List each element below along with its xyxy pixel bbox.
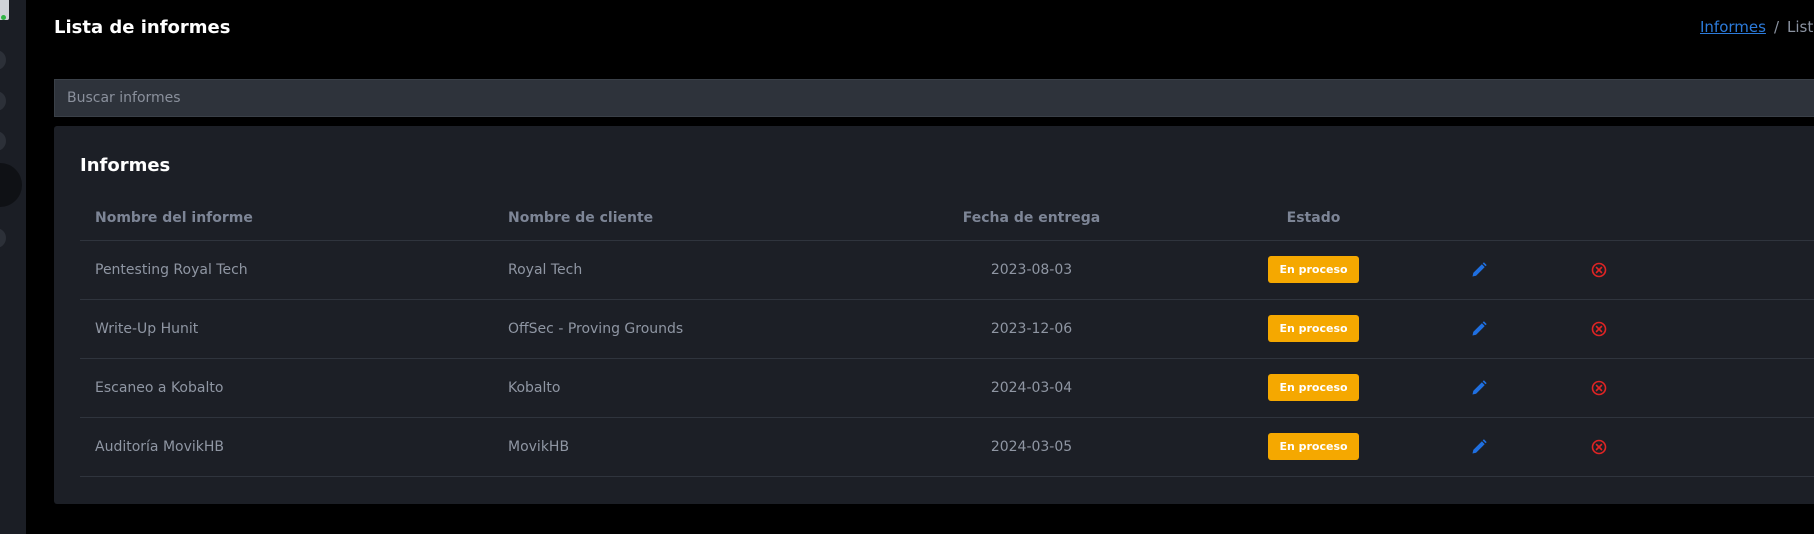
breadcrumb: Informes / Lista bbox=[1700, 18, 1814, 36]
report-name: Auditoría MovikHB bbox=[80, 417, 493, 477]
table-row[interactable]: Write-Up Hunit OffSec - Proving Grounds … bbox=[80, 299, 1814, 359]
column-header-name[interactable]: Nombre del informe bbox=[80, 196, 493, 241]
report-name: Pentesting Royal Tech bbox=[80, 240, 493, 300]
edit-pencil-icon[interactable] bbox=[1469, 378, 1489, 398]
delete-circle-x-icon[interactable] bbox=[1589, 437, 1609, 457]
delivery-date: 2023-12-06 bbox=[869, 299, 1194, 359]
delivery-date: 2024-03-05 bbox=[869, 417, 1194, 477]
report-name: Write-Up Hunit bbox=[80, 299, 493, 359]
column-header-client[interactable]: Nombre de cliente bbox=[493, 196, 869, 241]
search-bar bbox=[54, 79, 1814, 117]
breadcrumb-link-informes[interactable]: Informes bbox=[1700, 18, 1766, 36]
sidebar-nav-icon-1[interactable] bbox=[0, 50, 6, 70]
status-badge: En proceso bbox=[1268, 315, 1359, 342]
search-input[interactable] bbox=[55, 80, 1814, 116]
breadcrumb-current: Lista bbox=[1787, 18, 1814, 36]
sidebar-nav-icon-5[interactable] bbox=[0, 228, 6, 248]
client-name: MovikHB bbox=[493, 417, 869, 477]
page-title: Lista de informes bbox=[54, 17, 231, 38]
sidebar-nav-icon-2[interactable] bbox=[0, 91, 6, 111]
reports-card: Informes Nombre del informe Nombre de cl… bbox=[54, 126, 1814, 504]
column-header-status[interactable]: Estado bbox=[1194, 196, 1433, 241]
column-header-spacer bbox=[1673, 196, 1814, 241]
edit-pencil-icon[interactable] bbox=[1469, 437, 1489, 457]
client-name: OffSec - Proving Grounds bbox=[493, 299, 869, 359]
client-name: Kobalto bbox=[493, 358, 869, 418]
breadcrumb-separator: / bbox=[1773, 18, 1780, 36]
delete-circle-x-icon[interactable] bbox=[1589, 378, 1609, 398]
sidebar bbox=[0, 0, 26, 534]
table-row[interactable]: Pentesting Royal Tech Royal Tech 2023-08… bbox=[80, 240, 1814, 300]
status-badge: En proceso bbox=[1268, 256, 1359, 283]
table-row[interactable]: Escaneo a Kobalto Kobalto 2024-03-04 En … bbox=[80, 358, 1814, 418]
report-name: Escaneo a Kobalto bbox=[80, 358, 493, 418]
column-header-date[interactable]: Fecha de entrega bbox=[869, 196, 1194, 241]
table-header-row: Nombre del informe Nombre de cliente Fec… bbox=[80, 196, 1814, 241]
status-badge: En proceso bbox=[1268, 374, 1359, 401]
reports-table: Nombre del informe Nombre de cliente Fec… bbox=[80, 196, 1814, 477]
column-header-delete bbox=[1525, 196, 1673, 241]
delete-circle-x-icon[interactable] bbox=[1589, 260, 1609, 280]
sidebar-nav-icon-3[interactable] bbox=[0, 131, 6, 151]
status-badge: En proceso bbox=[1268, 433, 1359, 460]
column-header-edit bbox=[1433, 196, 1525, 241]
edit-pencil-icon[interactable] bbox=[1469, 319, 1489, 339]
table-row[interactable]: Auditoría MovikHB MovikHB 2024-03-05 En … bbox=[80, 417, 1814, 477]
card-title: Informes bbox=[80, 155, 171, 176]
delivery-date: 2023-08-03 bbox=[869, 240, 1194, 300]
sidebar-nav-icon-4-active[interactable] bbox=[0, 163, 22, 207]
client-name: Royal Tech bbox=[493, 240, 869, 300]
delete-circle-x-icon[interactable] bbox=[1589, 319, 1609, 339]
online-status-dot bbox=[1, 15, 6, 20]
edit-pencil-icon[interactable] bbox=[1469, 260, 1489, 280]
delivery-date: 2024-03-04 bbox=[869, 358, 1194, 418]
